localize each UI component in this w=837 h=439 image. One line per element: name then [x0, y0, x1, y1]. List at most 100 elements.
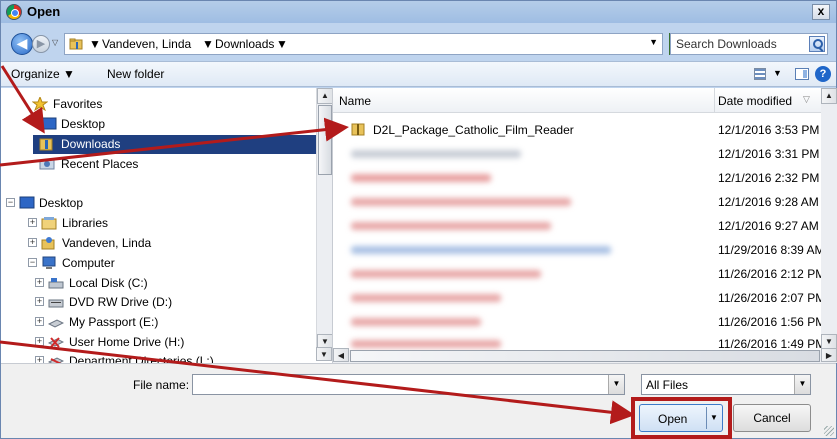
file-date: 12/1/2016 2:32 PM [718, 171, 820, 185]
recent-pages-chevron-icon[interactable]: ▽ [52, 38, 58, 47]
file-date: 12/1/2016 3:31 PM [718, 147, 820, 161]
nav-item-computer[interactable]: − Computer [1, 254, 316, 273]
file-date: 12/1/2016 9:27 AM [718, 219, 819, 233]
scroll-right-button[interactable]: ▶ [821, 348, 837, 362]
chrome-icon [6, 4, 22, 20]
redacted-file-name [351, 198, 571, 206]
address-history-dropdown[interactable]: ▼ [649, 37, 658, 47]
recent-places-icon [39, 157, 55, 171]
file-row[interactable]: 11/29/2016 8:39 AM [333, 238, 821, 261]
redacted-file-name [351, 150, 521, 158]
annotation-highlight-box [631, 397, 732, 439]
breadcrumb-user[interactable]: Vandeven, Linda [102, 37, 191, 51]
file-date: 11/26/2016 2:07 PM [718, 291, 821, 305]
expand-icon[interactable]: + [35, 337, 44, 346]
file-row[interactable]: 11/26/2016 2:07 PM [333, 286, 821, 309]
redacted-file-name [351, 318, 481, 326]
collapse-icon[interactable]: − [6, 198, 15, 207]
address-row: ◀ ▶ ▽ ▼ Vandeven, Linda ▼ Downloads ▼ ▼ … [1, 23, 836, 61]
file-row[interactable]: 12/1/2016 2:32 PM [333, 166, 821, 189]
scroll-down-button[interactable]: ▼ [316, 347, 332, 361]
close-button[interactable]: x [812, 4, 830, 20]
breadcrumb-downloads[interactable]: Downloads [215, 37, 274, 51]
column-divider[interactable] [714, 88, 715, 113]
expand-icon[interactable]: + [35, 317, 44, 326]
column-date-header[interactable]: Date modified [718, 94, 792, 108]
expand-icon[interactable]: + [35, 278, 44, 287]
nav-item-downloads[interactable]: Downloads [33, 135, 316, 154]
column-header: Name Date modified ▽ [333, 88, 821, 113]
nav-item-favorites[interactable]: Favorites [1, 95, 316, 114]
nav-item-my-passport-e[interactable]: + My Passport (E:) [1, 313, 316, 332]
file-name-dropdown[interactable]: ▼ [608, 375, 624, 394]
forward-button[interactable]: ▶ [32, 35, 50, 53]
redacted-file-name [351, 246, 611, 254]
expand-icon[interactable]: + [35, 297, 44, 306]
search-placeholder: Search Downloads [676, 37, 777, 51]
redacted-file-name [351, 294, 501, 302]
expand-icon[interactable]: + [28, 238, 37, 247]
nav-item-libraries[interactable]: + Libraries [1, 214, 316, 233]
scroll-left-button[interactable]: ◀ [333, 348, 349, 362]
help-icon[interactable]: ? [815, 66, 831, 82]
file-row[interactable]: 12/1/2016 3:31 PM [333, 142, 821, 165]
expand-icon[interactable]: + [28, 218, 37, 227]
scroll-thumb[interactable] [350, 350, 820, 362]
computer-icon [41, 256, 57, 270]
preview-pane-icon[interactable] [795, 68, 809, 80]
file-type-dropdown[interactable]: ▼ [794, 375, 810, 394]
file-date: 11/26/2016 2:12 PM [718, 267, 821, 281]
nav-item-user-folder[interactable]: + Vandeven, Linda [1, 234, 316, 253]
back-button[interactable]: ◀ [11, 33, 33, 55]
zip-folder-icon [351, 123, 365, 136]
network-drive-icon [47, 335, 65, 349]
file-date: 11/26/2016 1:56 PM [718, 315, 821, 329]
file-row[interactable]: 12/1/2016 9:27 AM [333, 214, 821, 237]
file-row[interactable]: 11/26/2016 1:56 PM [333, 310, 821, 333]
nav-item-dvd-drive-d[interactable]: + DVD RW Drive (D:) [1, 293, 316, 312]
redacted-file-name [351, 222, 551, 230]
nav-item-desktop-favorite[interactable]: Desktop [1, 115, 316, 134]
scroll-up-button[interactable]: ▲ [821, 88, 837, 104]
change-view-icon[interactable] [754, 68, 766, 80]
scroll-thumb[interactable] [318, 105, 332, 175]
file-date: 12/1/2016 3:53 PM [718, 123, 820, 137]
file-row[interactable]: 11/26/2016 2:12 PM [333, 262, 821, 285]
breadcrumb-separator-icon[interactable]: ▼ [89, 37, 101, 51]
file-date: 11/29/2016 8:39 AM [718, 243, 821, 257]
sort-chevron-icon[interactable]: ▽ [803, 94, 810, 105]
address-bar[interactable]: ▼ Vandeven, Linda ▼ Downloads ▼ ▼ [64, 33, 663, 55]
title-bar[interactable]: Open x [1, 1, 836, 23]
file-name-input[interactable]: ▼ [192, 374, 625, 395]
breadcrumb-separator-icon[interactable]: ▼ [202, 37, 214, 51]
view-options-dropdown[interactable]: ▼ [773, 68, 782, 78]
resize-grip[interactable] [824, 426, 834, 436]
nav-item-recent-places[interactable]: Recent Places [1, 155, 316, 174]
cancel-button[interactable]: Cancel [733, 404, 811, 432]
nav-horizontal-scrollbar[interactable]: ▼ [1, 347, 332, 363]
navigation-pane: Favorites Desktop Downloads Recent Place… [1, 88, 333, 364]
user-folder-icon [41, 236, 57, 250]
libraries-icon [41, 216, 57, 230]
nav-item-local-disk-c[interactable]: + Local Disk (C:) [1, 274, 316, 293]
file-type-value: All Files [646, 378, 689, 392]
collapse-icon[interactable]: − [28, 258, 37, 267]
nav-vertical-scrollbar[interactable]: ▲ ▼ [316, 88, 333, 350]
desktop-icon [41, 117, 57, 131]
file-row[interactable]: 12/1/2016 9:28 AM [333, 190, 821, 213]
file-horizontal-scrollbar[interactable]: ◀ ▶ [333, 348, 837, 363]
new-folder-button[interactable]: New folder [107, 67, 164, 81]
scroll-up-button[interactable]: ▲ [317, 88, 333, 104]
search-input[interactable]: Search Downloads [670, 33, 828, 55]
breadcrumb-separator-icon[interactable]: ▼ [276, 37, 288, 51]
redacted-file-name [351, 174, 491, 182]
file-vertical-scrollbar[interactable]: ▲ ▼ [821, 88, 837, 350]
window-title: Open [27, 4, 61, 19]
file-row[interactable]: D2L_Package_Catholic_Film_Reader 12/1/20… [333, 118, 821, 141]
file-type-select[interactable]: All Files ▼ [641, 374, 811, 395]
nav-item-desktop[interactable]: − Desktop [1, 194, 316, 213]
column-name-header[interactable]: Name [339, 94, 371, 108]
file-name-label: File name: [133, 378, 190, 392]
search-icon[interactable] [809, 36, 825, 52]
organize-button[interactable]: Organize ▼ [11, 67, 75, 81]
